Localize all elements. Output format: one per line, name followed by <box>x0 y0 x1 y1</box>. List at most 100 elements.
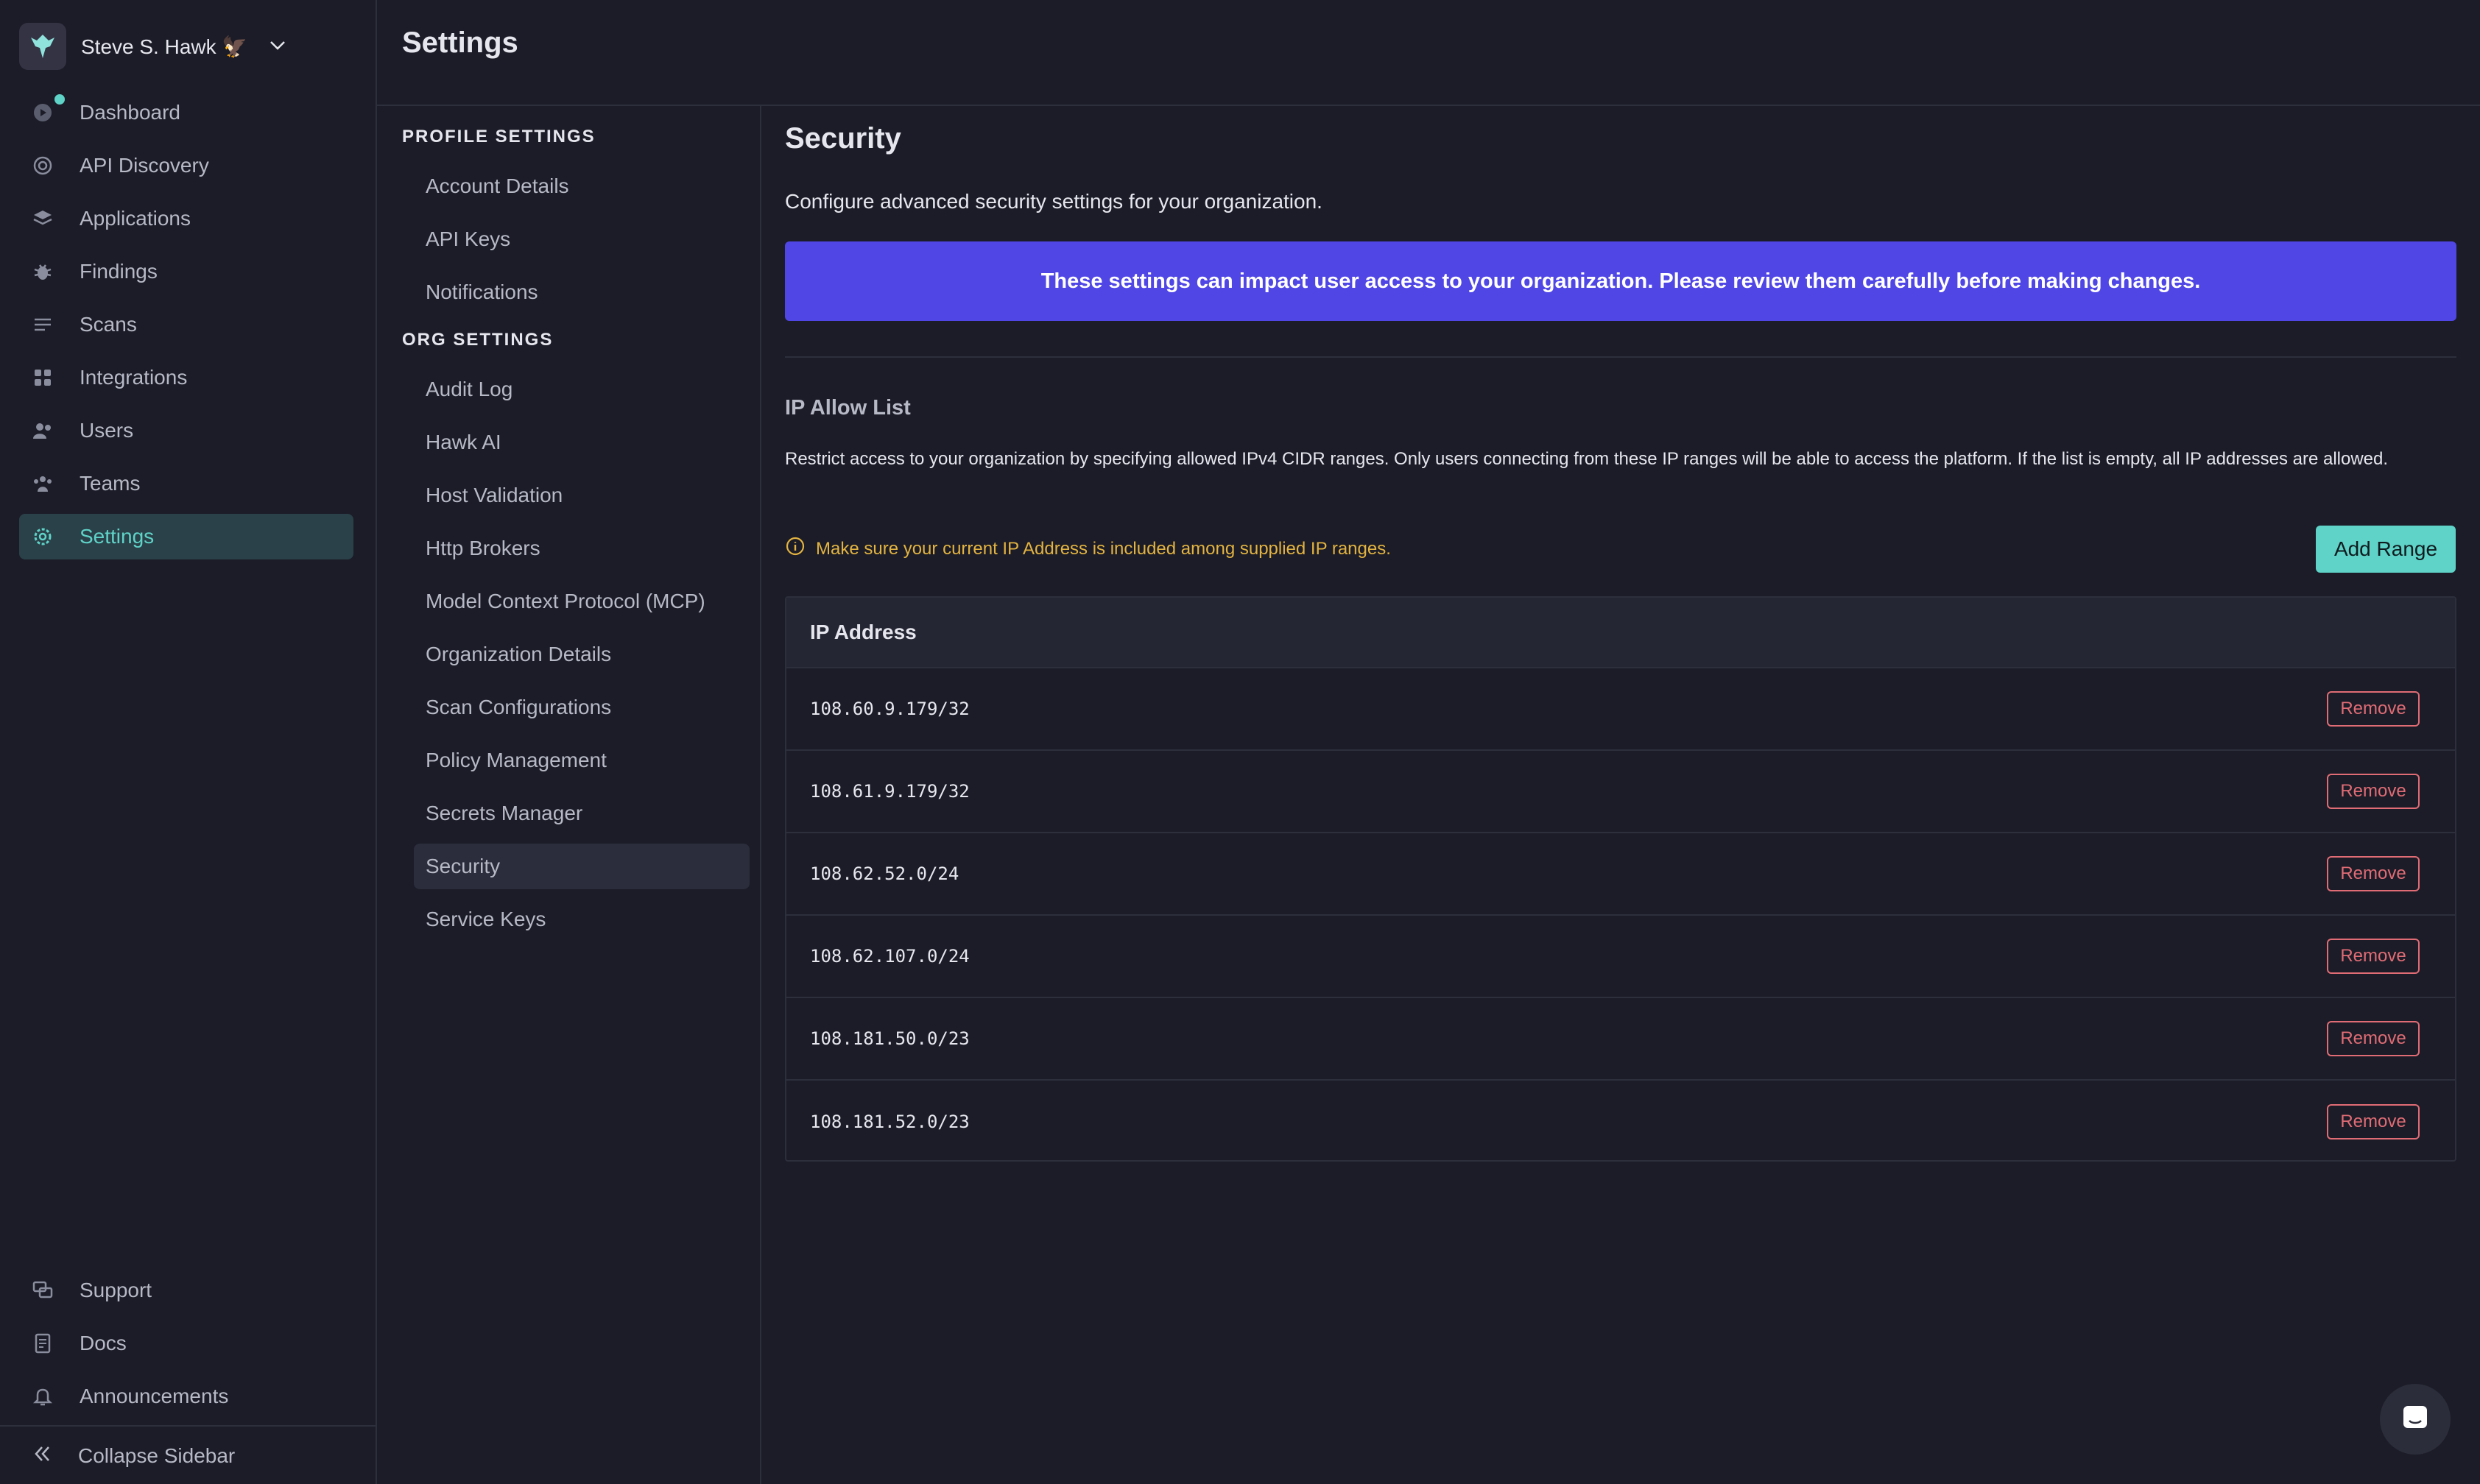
ip-allow-list-description: Restrict access to your organization by … <box>785 449 2389 469</box>
table-row: 108.61.9.179/32 Remove <box>786 751 2455 833</box>
ip-allow-list-title: IP Allow List <box>785 396 911 420</box>
nav-item-integrations[interactable]: Integrations <box>19 355 353 400</box>
chevron-down-icon[interactable] <box>268 35 287 58</box>
main-sidebar: Steve S. Hawk 🦅 Dashboard API Discovery … <box>0 0 377 1484</box>
ip-range: 108.62.52.0/24 <box>810 863 959 884</box>
bug-icon <box>31 260 54 283</box>
nav-item-findings[interactable]: Findings <box>19 249 353 294</box>
collapse-sidebar-label: Collapse Sidebar <box>78 1444 236 1467</box>
add-range-button[interactable]: Add Range <box>2316 526 2456 573</box>
remove-button[interactable]: Remove <box>2327 1021 2420 1056</box>
remove-button[interactable]: Remove <box>2327 691 2420 727</box>
page-title: Settings <box>402 26 518 59</box>
nav-item-label: Dashboard <box>80 101 180 124</box>
profile-settings-list: Account Details API Keys Notifications <box>414 163 750 322</box>
ip-range: 108.181.52.0/23 <box>810 1112 970 1132</box>
nav-item-label: Users <box>80 419 134 442</box>
list-icon <box>31 313 54 336</box>
ip-warning-text: Make sure your current IP Address is inc… <box>816 538 1391 559</box>
settings-item-host-validation[interactable]: Host Validation <box>414 473 750 518</box>
org-settings-title: ORG SETTINGS <box>402 330 554 350</box>
remove-button[interactable]: Remove <box>2327 1104 2420 1140</box>
gear-icon <box>31 525 54 548</box>
nav-item-label: Integrations <box>80 366 188 389</box>
hawk-logo-icon <box>19 23 66 70</box>
notification-dot <box>54 94 65 105</box>
nav-item-label: Teams <box>80 472 141 495</box>
bottom-nav: Support Docs Announcements <box>19 1268 353 1427</box>
nav-item-applications[interactable]: Applications <box>19 196 353 241</box>
bell-icon <box>31 1385 54 1408</box>
settings-item-service-keys[interactable]: Service Keys <box>414 897 750 942</box>
ip-address-table: IP Address 108.60.9.179/32 Remove 108.61… <box>785 596 2456 1162</box>
nav-item-support[interactable]: Support <box>19 1268 353 1313</box>
nav-item-label: Applications <box>80 207 191 230</box>
profile-settings-title: PROFILE SETTINGS <box>402 127 596 146</box>
ip-range: 108.181.50.0/23 <box>810 1028 970 1049</box>
security-panel: Security Configure advanced security set… <box>785 106 2456 1484</box>
ip-warning: Make sure your current IP Address is inc… <box>785 536 1391 562</box>
remove-button[interactable]: Remove <box>2327 774 2420 809</box>
settings-item-secrets-manager[interactable]: Secrets Manager <box>414 791 750 836</box>
table-row: 108.62.52.0/24 Remove <box>786 833 2455 916</box>
section-title: Security <box>785 122 901 155</box>
nav-item-docs[interactable]: Docs <box>19 1321 353 1366</box>
section-divider <box>785 356 2456 358</box>
nav-item-label: API Discovery <box>80 154 209 177</box>
nav-item-api-discovery[interactable]: API Discovery <box>19 143 353 188</box>
ip-range: 108.60.9.179/32 <box>810 699 970 719</box>
warning-banner: These settings can impact user access to… <box>785 241 2456 321</box>
settings-item-account-details[interactable]: Account Details <box>414 163 750 209</box>
table-header: IP Address <box>786 598 2455 668</box>
ip-range: 108.61.9.179/32 <box>810 781 970 802</box>
nav-item-users[interactable]: Users <box>19 408 353 453</box>
settings-item-security[interactable]: Security <box>414 844 750 889</box>
org-settings-list: Audit Log Hawk AI Host Validation Http B… <box>414 367 750 950</box>
remove-button[interactable]: Remove <box>2327 939 2420 974</box>
nav-item-label: Announcements <box>80 1385 229 1407</box>
table-row: 108.60.9.179/32 Remove <box>786 668 2455 751</box>
api-discovery-icon <box>31 154 54 177</box>
table-row: 108.181.52.0/23 Remove <box>786 1081 2455 1163</box>
main-nav: Dashboard API Discovery Applications Fin… <box>19 90 353 567</box>
dashboard-icon <box>31 101 54 124</box>
support-icon <box>31 1279 54 1302</box>
teams-icon <box>31 472 54 495</box>
nav-item-label: Findings <box>80 260 158 283</box>
nav-item-label: Support <box>80 1279 152 1301</box>
nav-item-dashboard[interactable]: Dashboard <box>19 90 353 135</box>
settings-item-policy-management[interactable]: Policy Management <box>414 738 750 783</box>
settings-item-mcp[interactable]: Model Context Protocol (MCP) <box>414 579 750 624</box>
settings-item-audit-log[interactable]: Audit Log <box>414 367 750 412</box>
settings-item-organization-details[interactable]: Organization Details <box>414 632 750 677</box>
settings-item-scan-configurations[interactable]: Scan Configurations <box>414 685 750 730</box>
chat-widget-button[interactable] <box>2380 1384 2451 1455</box>
user-menu[interactable]: Steve S. Hawk 🦅 <box>19 22 287 71</box>
settings-nav: PROFILE SETTINGS Account Details API Key… <box>377 106 761 1484</box>
remove-button[interactable]: Remove <box>2327 856 2420 891</box>
table-row: 108.181.50.0/23 Remove <box>786 998 2455 1081</box>
settings-item-hawk-ai[interactable]: Hawk AI <box>414 420 750 465</box>
users-icon <box>31 419 54 442</box>
nav-item-settings[interactable]: Settings <box>19 514 353 559</box>
collapse-sidebar-button[interactable]: Collapse Sidebar <box>31 1435 235 1477</box>
nav-item-teams[interactable]: Teams <box>19 461 353 506</box>
nav-item-scans[interactable]: Scans <box>19 302 353 347</box>
integrations-icon <box>31 366 54 389</box>
chat-icon <box>2399 1402 2431 1438</box>
nav-item-label: Settings <box>80 525 155 548</box>
nav-item-label: Scans <box>80 313 137 336</box>
double-chevron-left-icon <box>31 1443 53 1470</box>
applications-icon <box>31 207 54 230</box>
user-name: Steve S. Hawk 🦅 <box>81 35 248 58</box>
nav-item-announcements[interactable]: Announcements <box>19 1374 353 1419</box>
settings-item-http-brokers[interactable]: Http Brokers <box>414 526 750 571</box>
settings-item-notifications[interactable]: Notifications <box>414 269 750 315</box>
sidebar-divider <box>0 1425 377 1427</box>
settings-item-api-keys[interactable]: API Keys <box>414 216 750 262</box>
ip-range: 108.62.107.0/24 <box>810 946 970 967</box>
docs-icon <box>31 1332 54 1355</box>
nav-item-label: Docs <box>80 1332 127 1354</box>
table-row: 108.62.107.0/24 Remove <box>786 916 2455 998</box>
info-circle-icon <box>785 536 806 562</box>
